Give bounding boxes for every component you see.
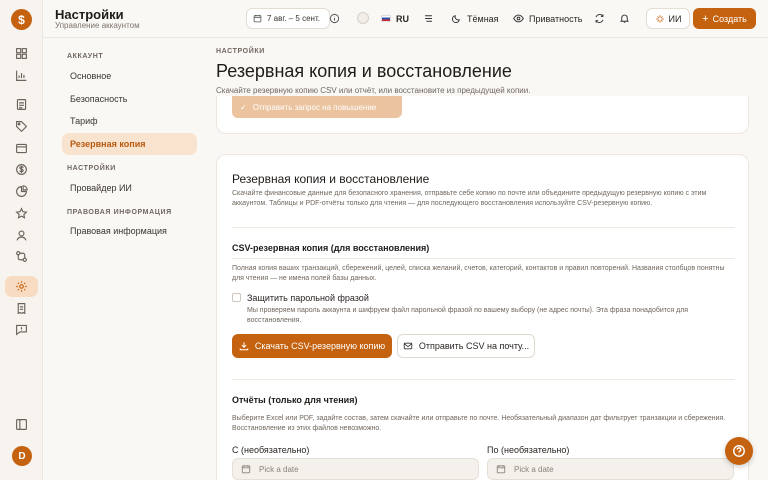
dollar-icon[interactable]: [11, 159, 32, 180]
backup-card: Резервная копия и восстановление Скачайт…: [216, 154, 749, 480]
help-icon: [733, 445, 745, 457]
reports-section-title: Отчёты (только для чтения): [232, 395, 358, 405]
from-date-label: С (необязательно): [232, 445, 310, 455]
nav-item-legal[interactable]: Правовая информация: [62, 220, 197, 242]
card-description: Скачайте финансовые данные для безопасно…: [232, 190, 707, 207]
upgrade-request-button[interactable]: ✓ Отправить запрос на повышение: [232, 96, 402, 118]
download-csv-label: Скачать CSV-резервную копию: [254, 341, 386, 351]
repeat-rules-icon[interactable]: [11, 246, 32, 267]
nav-item-security[interactable]: Безопасность: [62, 88, 197, 110]
info-icon[interactable]: [329, 8, 340, 29]
privacy-label: Приватность: [529, 13, 583, 24]
download-icon: [239, 342, 249, 351]
privacy-toggle[interactable]: Приватность: [513, 8, 582, 29]
wallet-icon[interactable]: [11, 138, 32, 159]
nav-item-ai-provider[interactable]: Провайдер ИИ: [62, 177, 197, 199]
receipt-icon[interactable]: [11, 298, 32, 319]
ai-label: ИИ: [668, 13, 682, 24]
language-selector[interactable]: RU: [381, 8, 409, 29]
dashboard-icon[interactable]: [11, 43, 32, 64]
sparkle-icon: [655, 14, 664, 23]
tag-icon[interactable]: [11, 116, 32, 137]
bell-icon[interactable]: [619, 8, 630, 29]
main-content: НАСТРОЙКИ Резервная копия и восстановлен…: [205, 38, 768, 480]
download-csv-button[interactable]: Скачать CSV-резервную копию: [232, 334, 392, 358]
divider: [232, 379, 735, 380]
theme-toggle[interactable]: Тёмная: [451, 8, 499, 29]
date-range-text: 7 авг. – 5 сент.: [267, 14, 320, 23]
calendar-icon: [241, 464, 251, 474]
csv-section-title: CSV-резервная копия (для восстановления): [232, 243, 430, 253]
to-date-placeholder: Pick a date: [514, 464, 554, 474]
nav-section-settings: НАСТРОЙКИ: [67, 165, 116, 172]
settings-icon[interactable]: [5, 276, 38, 297]
top-bar: Настройки Управление аккаунтом 7 авг. – …: [43, 0, 768, 38]
avatar[interactable]: D: [12, 446, 32, 466]
from-date-placeholder: Pick a date: [259, 464, 299, 474]
mail-icon: [403, 342, 413, 350]
check-icon: ✓: [240, 102, 247, 112]
divider: [232, 227, 735, 228]
nav-item-backup[interactable]: Резервная копия: [62, 133, 197, 155]
nav-section-account: АККАУНТ: [67, 53, 104, 60]
password-checkbox[interactable]: [232, 293, 241, 302]
reports-section-description: Выберите Excel или PDF, задайте состав, …: [232, 415, 726, 432]
email-csv-button[interactable]: Отправить CSV на почту...: [397, 334, 535, 358]
pie-chart-icon[interactable]: [11, 181, 32, 202]
header-title: Настройки: [55, 7, 124, 22]
nav-item-plan[interactable]: Тариф: [62, 110, 197, 132]
divider: [232, 258, 735, 259]
email-csv-label: Отправить CSV на почту...: [418, 341, 530, 351]
from-date-input[interactable]: Pick a date: [232, 458, 479, 480]
language-label: RU: [396, 13, 409, 24]
menu-icon[interactable]: [423, 8, 434, 29]
breadcrumb: НАСТРОЙКИ: [216, 48, 265, 55]
header-subtitle: Управление аккаунтом: [55, 21, 140, 30]
settings-nav: АККАУНТ Основное Безопасность Тариф Резе…: [43, 38, 205, 480]
nav-section-legal: ПРАВОВАЯ ИНФОРМАЦИЯ: [67, 209, 172, 216]
document-icon[interactable]: [11, 94, 32, 115]
page-title: Резервная копия и восстановление: [216, 61, 512, 81]
page-description: Скачайте резервную копию CSV или отчёт, …: [216, 86, 531, 95]
password-hint: Мы проверяем пароль аккаунта и шифруем ф…: [247, 307, 689, 324]
russia-flag-icon: [381, 15, 391, 22]
theme-label: Тёмная: [467, 13, 499, 24]
date-range-picker[interactable]: 7 авг. – 5 сент.: [246, 8, 330, 29]
upgrade-label: Отправить запрос на повышение: [252, 102, 377, 112]
sidebar-toggle-icon[interactable]: [11, 414, 32, 435]
ai-button[interactable]: ИИ: [646, 8, 690, 29]
moon-icon: [451, 15, 460, 24]
card-title: Резервная копия и восстановление: [232, 172, 430, 186]
plus-icon: +: [702, 12, 709, 25]
user-icon[interactable]: [11, 225, 32, 246]
previous-card: ✓ Отправить запрос на повышение: [216, 96, 749, 134]
chart-icon[interactable]: [11, 65, 32, 86]
feedback-icon[interactable]: [11, 319, 32, 340]
to-date-label: По (необязательно): [487, 445, 570, 455]
to-date-input[interactable]: Pick a date: [487, 458, 734, 480]
app-logo[interactable]: $: [11, 9, 32, 30]
create-button[interactable]: + Создать: [693, 8, 756, 29]
eye-icon: [513, 14, 524, 23]
nav-item-general[interactable]: Основное: [62, 65, 197, 87]
help-button[interactable]: [725, 437, 753, 465]
icon-rail: $ D: [0, 0, 43, 480]
csv-section-description: Полная копия ваших транзакций, сбережени…: [232, 265, 725, 282]
star-icon[interactable]: [11, 203, 32, 224]
refresh-icon[interactable]: [594, 8, 605, 29]
calendar-icon: [253, 14, 262, 23]
status-indicator[interactable]: [357, 12, 369, 24]
password-checkbox-label[interactable]: Защитить парольной фразой: [247, 293, 369, 303]
calendar-icon: [496, 464, 506, 474]
create-label: Создать: [712, 13, 747, 24]
